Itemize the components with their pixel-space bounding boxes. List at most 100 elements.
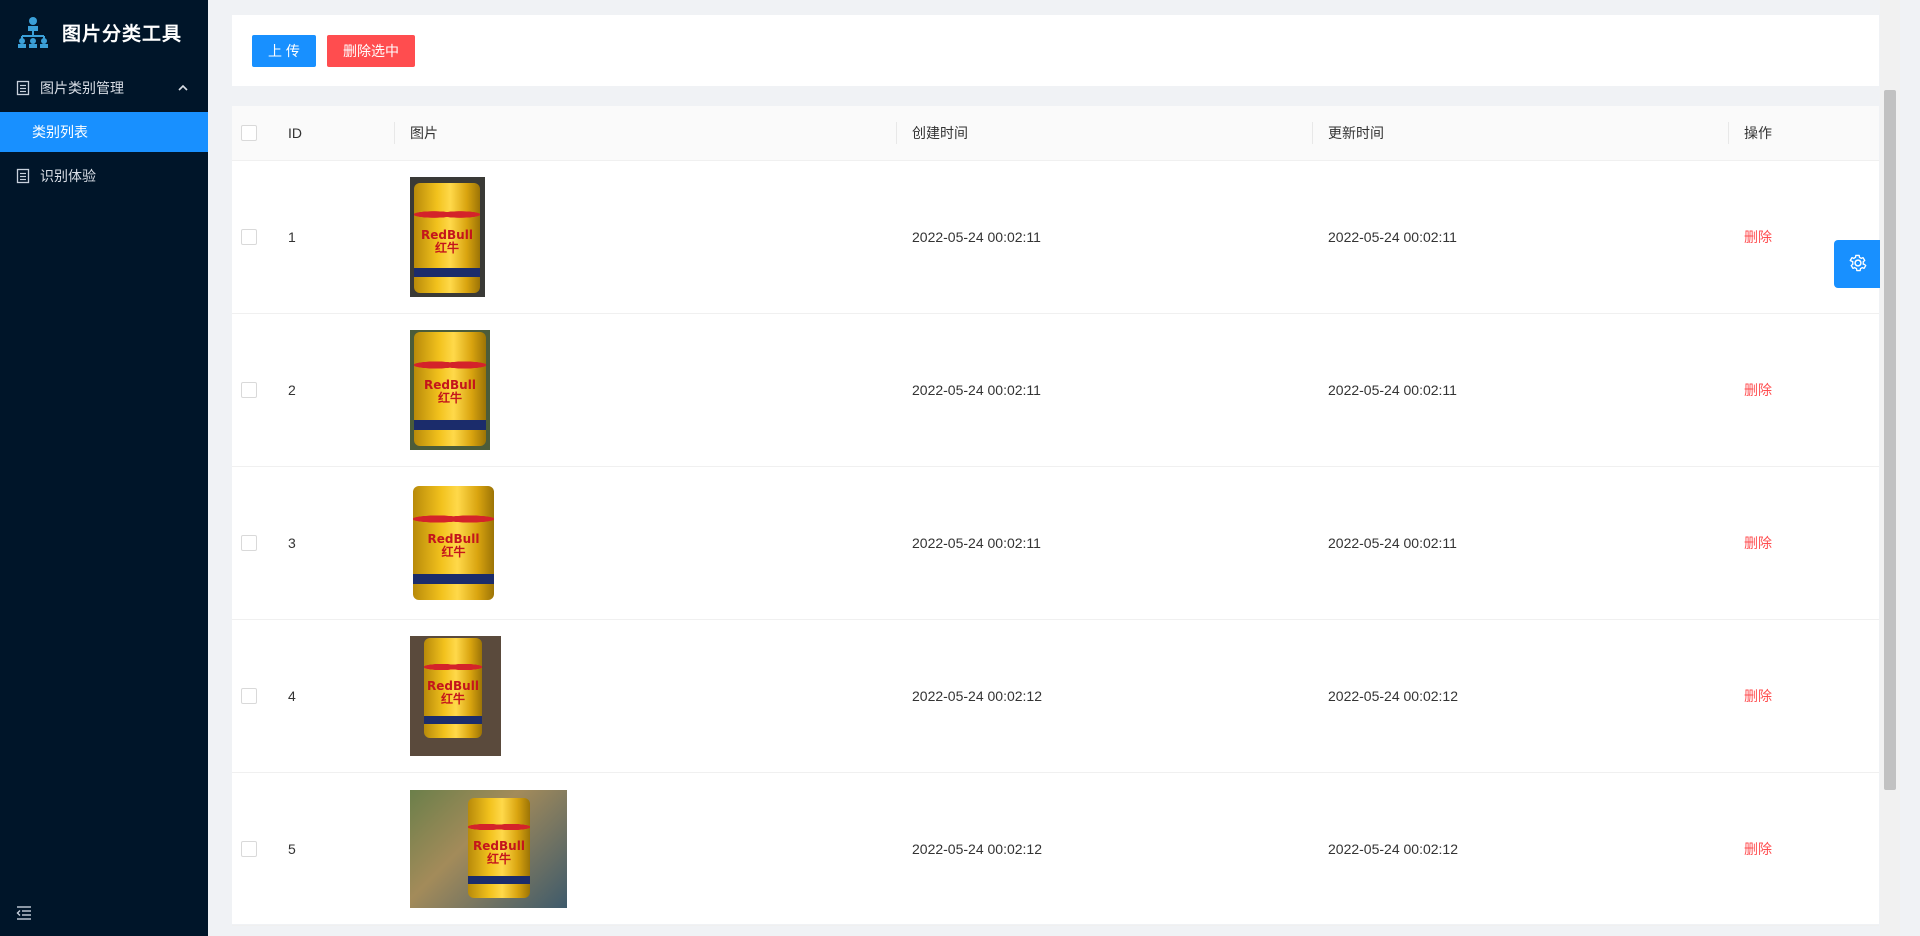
row-checkbox-cell — [232, 313, 272, 467]
sidebar-item-category-list[interactable]: 类别列表 — [0, 112, 208, 152]
row-checkbox[interactable] — [241, 841, 257, 858]
delete-selected-button[interactable]: 删除选中 — [327, 34, 415, 67]
can-band — [424, 715, 482, 724]
select-all-checkbox[interactable] — [241, 125, 257, 142]
app-title: 图片分类工具 — [62, 23, 183, 45]
image-table: ID 图片 创建时间 更新时间 操作 1 RedBull 红牛 2022-05-… — [232, 106, 1879, 926]
cell-updated: 2022-05-24 00:02:12 — [1312, 772, 1728, 926]
cell-id: 1 — [272, 160, 394, 314]
table-header-row: ID 图片 创建时间 更新时间 操作 — [232, 106, 1879, 161]
cell-id: 4 — [272, 619, 394, 773]
bull-graphic — [414, 356, 486, 373]
row-checkbox[interactable] — [241, 535, 257, 552]
cell-action: 删除 — [1728, 160, 1879, 314]
cell-image: RedBull 红牛 — [394, 772, 896, 926]
table-row: 1 RedBull 红牛 2022-05-24 00:02:11 2022-05-… — [232, 160, 1879, 314]
upload-button[interactable]: 上 传 — [252, 34, 316, 67]
header-checkbox-cell — [232, 106, 272, 161]
can-brand-en: RedBull — [421, 227, 473, 242]
cell-created: 2022-05-24 00:02:11 — [896, 160, 1312, 314]
cell-updated: 2022-05-24 00:02:11 — [1312, 313, 1728, 467]
file-icon — [16, 80, 30, 96]
row-checkbox-cell — [232, 619, 272, 773]
column-header-updated-label: 更新时间 — [1328, 124, 1384, 141]
can-brand-en: RedBull — [427, 678, 479, 693]
column-divider — [1312, 121, 1313, 144]
can-graphic: RedBull 红牛 — [424, 637, 482, 738]
cell-image: RedBull 红牛 — [394, 619, 896, 773]
can-brand-cn: 红牛 — [440, 691, 465, 706]
sidebar-item-label: 图片类别管理 — [40, 80, 124, 96]
cell-image: RedBull 红牛 — [394, 160, 896, 314]
sidebar-item-recognition-trial[interactable]: 识别体验 — [0, 152, 208, 200]
can-brand-cn: 红牛 — [437, 391, 462, 406]
file-icon — [16, 168, 30, 184]
column-header-updated: 更新时间 — [1312, 106, 1728, 161]
cell-updated: 2022-05-24 00:02:11 — [1312, 160, 1728, 314]
row-checkbox-cell — [232, 772, 272, 926]
settings-button[interactable] — [1834, 240, 1882, 288]
cell-updated: 2022-05-24 00:02:11 — [1312, 466, 1728, 620]
cell-created: 2022-05-24 00:02:11 — [896, 313, 1312, 467]
scrollbar-thumb[interactable] — [1884, 90, 1896, 790]
can-brand-cn: 红牛 — [434, 240, 459, 255]
bull-graphic — [424, 659, 482, 674]
cell-updated: 2022-05-24 00:02:12 — [1312, 619, 1728, 773]
bull-graphic — [414, 206, 480, 223]
column-header-actions-label: 操作 — [1744, 124, 1772, 141]
can-brand-cn: 红牛 — [441, 545, 466, 560]
can-graphic: RedBull 红牛 — [414, 182, 480, 293]
bull-graphic — [468, 819, 530, 834]
cell-created: 2022-05-24 00:02:11 — [896, 466, 1312, 620]
menu-fold-icon[interactable] — [16, 906, 32, 920]
table-row: 5 RedBull 红牛 2022-05-24 00:02:12 2022-05-… — [232, 772, 1879, 926]
submenu-category-management: 类别列表 — [0, 112, 208, 152]
column-divider — [394, 121, 395, 144]
cell-created: 2022-05-24 00:02:12 — [896, 772, 1312, 926]
can-band — [413, 574, 494, 584]
cell-action: 删除 — [1728, 466, 1879, 620]
cell-id: 3 — [272, 466, 394, 620]
can-brand-text: RedBull 红牛 — [414, 379, 486, 405]
cell-created: 2022-05-24 00:02:12 — [896, 619, 1312, 773]
cell-id: 5 — [272, 772, 394, 926]
cell-action: 删除 — [1728, 772, 1879, 926]
cell-action: 删除 — [1728, 313, 1879, 467]
delete-link[interactable]: 删除 — [1744, 841, 1772, 857]
sidebar-item-label: 识别体验 — [40, 168, 96, 184]
row-checkbox[interactable] — [241, 229, 257, 246]
can-band — [414, 268, 480, 278]
column-header-image: 图片 — [394, 106, 896, 161]
can-graphic: RedBull 红牛 — [413, 485, 494, 600]
delete-link[interactable]: 删除 — [1744, 688, 1772, 704]
vertical-scrollbar[interactable] — [1880, 0, 1900, 936]
gear-icon — [1848, 253, 1868, 276]
image-thumbnail[interactable]: RedBull 红牛 — [410, 329, 490, 450]
main-content: 上 传 删除选中 ID 图片 创建时间 更新时间 操作 1 RedBull 红牛… — [208, 0, 1900, 936]
image-thumbnail[interactable]: RedBull 红牛 — [410, 635, 501, 756]
row-checkbox[interactable] — [241, 382, 257, 399]
delete-link[interactable]: 删除 — [1744, 382, 1772, 398]
can-brand-cn: 红牛 — [486, 851, 511, 866]
cell-image: RedBull 红牛 — [394, 313, 896, 467]
can-brand-text: RedBull 红牛 — [414, 227, 480, 255]
image-thumbnail[interactable]: RedBull 红牛 — [410, 176, 485, 297]
column-header-created: 创建时间 — [896, 106, 1312, 161]
delete-link[interactable]: 删除 — [1744, 229, 1772, 245]
column-divider — [896, 121, 897, 144]
delete-link[interactable]: 删除 — [1744, 535, 1772, 551]
row-checkbox[interactable] — [241, 688, 257, 705]
column-header-image-label: 图片 — [410, 124, 438, 141]
column-divider — [1728, 121, 1729, 144]
can-brand-text: RedBull 红牛 — [413, 533, 494, 559]
image-thumbnail[interactable]: RedBull 红牛 — [410, 482, 497, 603]
bull-graphic — [413, 510, 494, 527]
image-thumbnail[interactable]: RedBull 红牛 — [410, 789, 567, 908]
brand: 图片分类工具 — [0, 0, 208, 64]
can-brand-text: RedBull 红牛 — [424, 678, 482, 706]
cell-id: 2 — [272, 313, 394, 467]
sidebar-item-category-management[interactable]: 图片类别管理 — [0, 64, 208, 112]
sitemap-icon — [16, 15, 50, 49]
row-checkbox-cell — [232, 160, 272, 314]
sidebar: 图片分类工具 图片类别管理 类别列表 识别体验 — [0, 0, 208, 936]
